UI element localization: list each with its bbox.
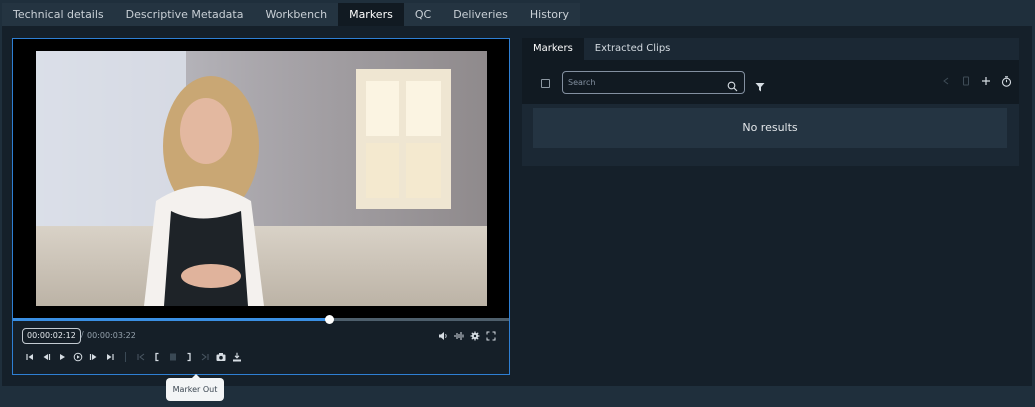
transport-divider — [125, 352, 126, 362]
marker-icon[interactable] — [168, 352, 178, 362]
progress-knob[interactable] — [325, 315, 335, 324]
loop-icon[interactable] — [73, 352, 83, 362]
play-icon[interactable] — [57, 352, 67, 362]
tab-qc[interactable]: QC — [404, 3, 442, 26]
search-icon[interactable] — [727, 77, 738, 92]
prev-disabled-icon[interactable] — [941, 76, 951, 86]
tab-extracted-clips[interactable]: Extracted Clips — [584, 38, 682, 60]
markers-panel: Markers Extracted Clips No results — [522, 38, 1019, 166]
snapshot-camera-icon[interactable] — [216, 352, 226, 362]
marker-in-icon[interactable] — [152, 352, 162, 362]
tab-workbench[interactable]: Workbench — [254, 3, 338, 26]
time-separator: / — [81, 330, 84, 339]
player-right-controls — [438, 331, 496, 341]
select-all-checkbox[interactable] — [541, 79, 550, 88]
tab-descriptive-metadata[interactable]: Descriptive Metadata — [115, 3, 255, 26]
markers-toolbar — [522, 60, 1019, 104]
video-player: 00:00:02:12 / 00:00:03:22 — [12, 38, 510, 375]
waveform-icon[interactable] — [454, 331, 464, 341]
duration-timecode: 00:00:03:22 — [87, 331, 136, 340]
toolbar-actions — [941, 76, 1012, 87]
step-back-icon[interactable] — [41, 352, 51, 362]
tab-markers-list[interactable]: Markers — [522, 38, 584, 60]
marker-out-tooltip: Marker Out — [166, 374, 224, 401]
settings-gear-icon[interactable] — [470, 331, 480, 341]
tab-technical-details[interactable]: Technical details — [2, 3, 115, 26]
tab-markers[interactable]: Markers — [338, 3, 404, 26]
progress-bar[interactable] — [13, 315, 509, 324]
top-tab-bar: Technical details Descriptive Metadata W… — [2, 3, 581, 26]
no-results-message: No results — [533, 108, 1007, 148]
go-to-marker-in-icon[interactable] — [136, 352, 146, 362]
add-icon[interactable] — [981, 76, 991, 86]
tab-deliveries[interactable]: Deliveries — [442, 3, 519, 26]
transport-controls — [25, 352, 242, 362]
skip-to-end-icon[interactable] — [105, 352, 115, 362]
search-input[interactable] — [562, 71, 745, 94]
export-download-icon[interactable] — [232, 352, 242, 362]
delete-disabled-icon[interactable] — [961, 76, 971, 86]
step-forward-icon[interactable] — [89, 352, 99, 362]
marker-out-icon[interactable] — [184, 352, 194, 362]
current-timecode[interactable]: 00:00:02:12 — [22, 328, 81, 344]
tab-history[interactable]: History — [519, 3, 580, 26]
go-to-marker-out-icon[interactable] — [200, 352, 210, 362]
timer-icon[interactable] — [1001, 76, 1012, 87]
video-frame — [36, 51, 487, 306]
video-viewport[interactable] — [13, 39, 509, 318]
fullscreen-icon[interactable] — [486, 331, 496, 341]
filter-icon[interactable] — [755, 77, 765, 92]
volume-icon[interactable] — [438, 331, 448, 341]
progress-fill — [13, 318, 330, 321]
skip-to-start-icon[interactable] — [25, 352, 35, 362]
side-tab-bar: Markers Extracted Clips — [522, 38, 681, 60]
